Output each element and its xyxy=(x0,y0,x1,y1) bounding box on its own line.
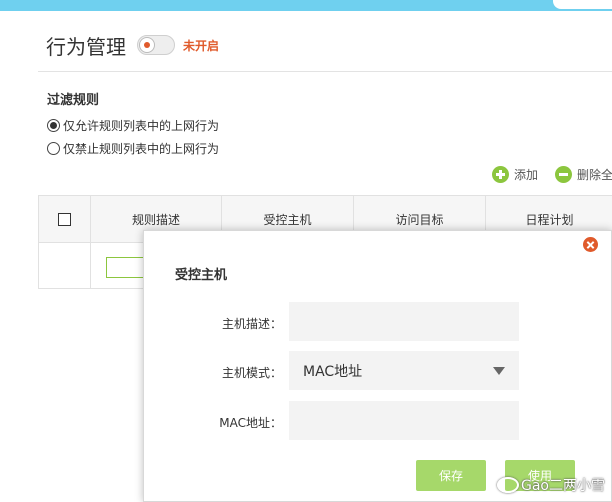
toggle-state-text: 未开启 xyxy=(183,39,220,53)
controlled-host-dialog: 受控主机 主机描述： 主机模式： MAC地址 MAC地址： 保存 使用 xyxy=(143,230,612,502)
delete-all-button[interactable]: 删除全 xyxy=(555,166,612,183)
radio-allow-label: 仅允许规则列表中的上网行为 xyxy=(63,119,220,133)
top-banner xyxy=(0,0,612,11)
host-mode-label: 主机模式： xyxy=(221,366,282,380)
delete-all-label: 删除全 xyxy=(577,168,612,182)
host-description-label: 主机描述： xyxy=(221,317,282,331)
add-button[interactable]: 添加 xyxy=(492,166,538,183)
header-select-cell xyxy=(39,196,91,243)
radio-button[interactable] xyxy=(47,142,60,155)
dialog-title: 受控主机 xyxy=(175,268,228,283)
watermark: Gao二两小雪 xyxy=(497,475,605,495)
table-row-select-cell xyxy=(39,243,91,289)
host-mode-select[interactable]: MAC地址 xyxy=(289,351,519,390)
add-label: 添加 xyxy=(514,168,539,182)
save-button[interactable]: 保存 xyxy=(416,460,486,491)
minus-icon xyxy=(555,166,572,183)
behavior-toggle[interactable] xyxy=(137,35,175,55)
mac-address-label: MAC地址： xyxy=(219,416,282,430)
host-mode-value: MAC地址 xyxy=(303,363,363,380)
radio-button-checked[interactable] xyxy=(47,119,60,132)
filter-rules-title: 过滤规则 xyxy=(47,93,100,108)
radio-block-label: 仅禁止规则列表中的上网行为 xyxy=(63,142,220,156)
close-icon[interactable] xyxy=(583,237,598,252)
watermark-text: Gao二两小雪 xyxy=(521,478,605,494)
host-description-input[interactable] xyxy=(289,302,519,341)
dropdown-arrow-icon xyxy=(493,367,505,375)
rule-description-input[interactable] xyxy=(106,257,146,278)
toggle-knob xyxy=(139,37,155,53)
weibo-icon xyxy=(497,477,519,493)
top-banner-notch xyxy=(553,0,612,9)
header-divider xyxy=(38,71,612,72)
select-all-checkbox[interactable] xyxy=(58,213,71,226)
radio-block-only[interactable]: 仅禁止规则列表中的上网行为 xyxy=(47,140,219,157)
radio-allow-only[interactable]: 仅允许规则列表中的上网行为 xyxy=(47,117,219,134)
mac-address-input[interactable] xyxy=(289,401,519,440)
page-title: 行为管理 xyxy=(46,35,126,59)
plus-icon xyxy=(492,166,509,183)
